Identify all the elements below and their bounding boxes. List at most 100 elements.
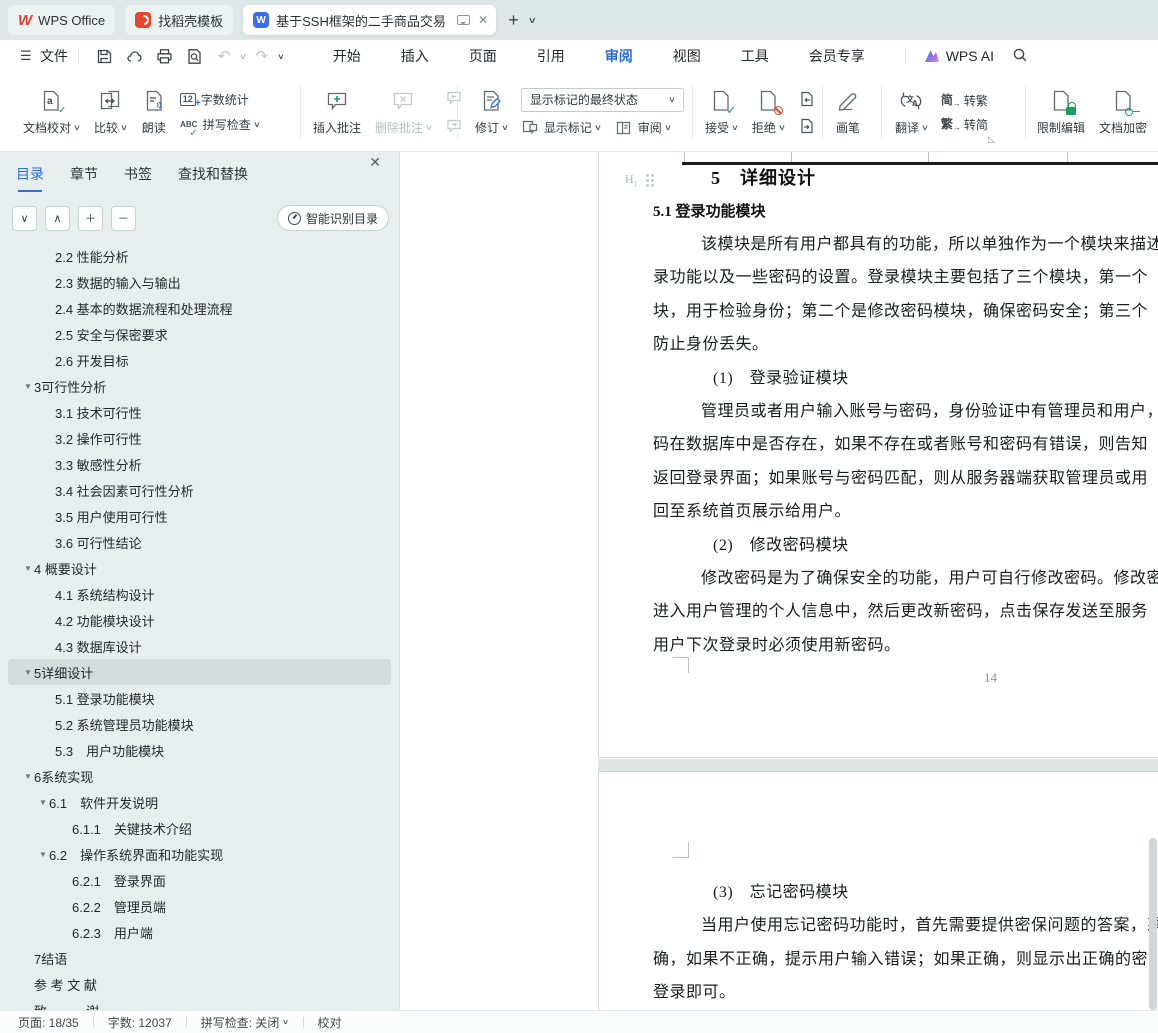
toc-item[interactable]: ▼ 6系统实现 [8,763,391,789]
window-tab[interactable]: 找稻壳模板 [125,5,234,35]
toc-item[interactable]: 2.3 数据的输入与输出 [8,269,391,295]
vertical-scrollbar-thumb[interactable] [1149,838,1157,1010]
wps-ai-button[interactable]: WPS AI [924,48,994,64]
window-tab[interactable]: W WPS Office [8,5,116,35]
collapse-triangle-icon[interactable]: ▼ [39,798,49,807]
to-traditional-button[interactable]: 简 → 转繁 [941,92,988,109]
smart-toc-button[interactable]: 智能识别目录 [276,205,389,231]
toc-item[interactable]: 4.3 数据库设计 [8,633,391,659]
redo-icon[interactable]: ↷ [249,45,275,67]
doc-proof-button[interactable]: a ✓ 文档校对 ∨ [16,87,87,138]
toc-item[interactable]: 2.6 开发目标 [8,347,391,373]
toc-item[interactable]: ▼ 3可行性分析 [8,373,391,399]
toc-item[interactable]: 3.6 可行性结论 [8,529,391,555]
reject-change-button[interactable]: 拒绝 ∨ [745,87,792,138]
next-change-icon[interactable] [798,117,816,135]
compare-button[interactable]: 比较 ∨ [87,87,134,138]
menu-tab-插入[interactable]: 插入 [399,42,431,70]
sidebar-close-icon[interactable]: ✕ [369,154,381,171]
toc-item[interactable]: 3.2 操作可行性 [8,425,391,451]
tab-list-dropdown-icon[interactable]: ∨ [527,15,536,26]
toc-zoom-out-button[interactable]: － [111,205,136,231]
status-proofing[interactable]: 校对 [318,1014,342,1031]
review-pane-button[interactable]: 审阅 ∨ [615,119,672,137]
menu-tab-页面[interactable]: 页面 [467,42,499,70]
toc-zoom-in-button[interactable]: ＋ [78,205,103,231]
read-aloud-button[interactable]: 朗读 [134,87,174,138]
toc-item[interactable]: ▼ 4 概要设计 [8,555,391,581]
toc-item[interactable]: 2.5 安全与保密要求 [8,321,391,347]
menu-tab-开始[interactable]: 开始 [331,42,363,70]
document-page-14[interactable]: H1 5 详细设计 5.1 登录功能模块 该模块是所有用户都具有的功能，所以单独… [598,152,1158,758]
toc-item[interactable]: 3.3 敏感性分析 [8,451,391,477]
new-tab-button[interactable]: + [508,10,519,31]
collapse-triangle-icon[interactable]: ▼ [39,850,49,859]
toc-item[interactable]: 6.2.1 登录界面 [8,867,391,893]
restrict-editing-button[interactable]: 限制编辑 [1030,87,1092,138]
search-icon[interactable] [1012,47,1028,66]
toc-expand-button[interactable]: ∨ [12,205,37,231]
save-icon[interactable] [91,45,117,67]
tab-close-icon[interactable]: ✕ [478,14,488,26]
word-count-button[interactable]: 12 + 字数统计 [179,91,260,109]
menu-tab-会员专享[interactable]: 会员专享 [807,42,867,70]
toc-item[interactable]: 4.2 功能模块设计 [8,607,391,633]
status-page-indicator[interactable]: 页面: 18/35 [18,1014,79,1031]
toc-item[interactable]: 3.1 技术可行性 [8,399,391,425]
toc-collapse-button[interactable]: ∧ [45,205,70,231]
document-more-button[interactable]: 文档 [1154,87,1158,138]
menu-tab-视图[interactable]: 视图 [671,42,703,70]
sidebar-tab-书签[interactable]: 书签 [124,164,152,190]
toc-item[interactable]: 3.5 用户使用可行性 [8,503,391,529]
show-markup-button[interactable]: 显示标记 ∨ [521,119,602,137]
toc-item[interactable]: 2.4 基本的数据流程和处理流程 [8,295,391,321]
track-changes-button[interactable]: 修订 ∨ [468,87,515,138]
sidebar-tab-目录[interactable]: 目录 [16,164,44,192]
delete-comment-button[interactable]: 删除批注 ∨ [368,87,439,138]
pen-button[interactable]: 画笔 [828,87,868,138]
toc-item[interactable]: 2.2 性能分析 [8,249,391,269]
menu-tab-工具[interactable]: 工具 [739,42,771,70]
collapse-triangle-icon[interactable]: ▼ [24,564,34,573]
status-spellcheck-toggle[interactable]: 拼写检查: 关闭 ∨ [201,1014,290,1031]
print-preview-icon[interactable] [181,45,207,67]
toc-item[interactable]: 6.2.2 管理员端 [8,893,391,919]
toc-item[interactable]: 3.4 社会因素可行性分析 [8,477,391,503]
export-pdf-icon[interactable] [121,45,147,67]
undo-dropdown-icon[interactable]: ∨ [239,52,247,61]
collapse-triangle-icon[interactable]: ▼ [24,668,34,677]
undo-icon[interactable]: ↶ [211,45,237,67]
toc-item[interactable]: 致 谢 [8,997,391,1011]
next-comment-icon[interactable] [445,117,463,135]
toc-item[interactable]: 参 考 文 献 [8,971,391,997]
redo-dropdown-icon[interactable]: ∨ [277,52,285,61]
toc-item[interactable]: ▼ 5详细设计 [8,659,391,685]
group-expander-icon[interactable]: ◺ [988,134,995,145]
sidebar-tab-查找和替换[interactable]: 查找和替换 [178,164,248,190]
collapse-triangle-icon[interactable]: ▼ [24,382,34,391]
menu-tab-审阅[interactable]: 审阅 [602,42,635,75]
toc-item[interactable]: 7结语 [8,945,391,971]
insert-comment-button[interactable]: 插入批注 [306,87,368,138]
accept-change-button[interactable]: ✓ 接受 ∨ [698,87,745,138]
toc-item[interactable]: 4.1 系统结构设计 [8,581,391,607]
toc-item[interactable]: ▼ 6.1 软件开发说明 [8,789,391,815]
toc-item[interactable]: 6.1.1 关键技术介绍 [8,815,391,841]
spell-check-button[interactable]: ABC ✓ 拼写检查 ∨ [180,115,261,139]
markup-state-select[interactable]: 显示标记的最终状态 ∨ [520,87,684,112]
to-simplified-button[interactable]: 繁 → 转简 [941,116,988,133]
menu-tab-引用[interactable]: 引用 [535,42,567,70]
tab-comment-icon[interactable] [457,15,471,25]
print-icon[interactable] [151,45,177,67]
window-tab[interactable]: W 基于SSH框架的二手商品交易管 ✕ [243,5,497,35]
heading-level-badge[interactable]: H1 [625,172,654,188]
toc-item[interactable]: 5.2 系统管理员功能模块 [8,711,391,737]
toc-item[interactable]: 5.1 登录功能模块 [8,685,391,711]
sidebar-tab-章节[interactable]: 章节 [70,164,98,190]
previous-change-icon[interactable] [798,90,816,108]
toc-item[interactable]: 6.2.3 用户端 [8,919,391,945]
toc-item[interactable]: 5.3 用户功能模块 [8,737,391,763]
file-menu-button[interactable]: ☰ 文件 [0,46,68,66]
encrypt-document-button[interactable]: 文档加密 [1092,87,1154,138]
document-page-15[interactable]: (3) 忘记密码模块 当用户使用忘记密码功能时，首先需要提供密保问题的答案，系 确，… [598,771,1158,1010]
